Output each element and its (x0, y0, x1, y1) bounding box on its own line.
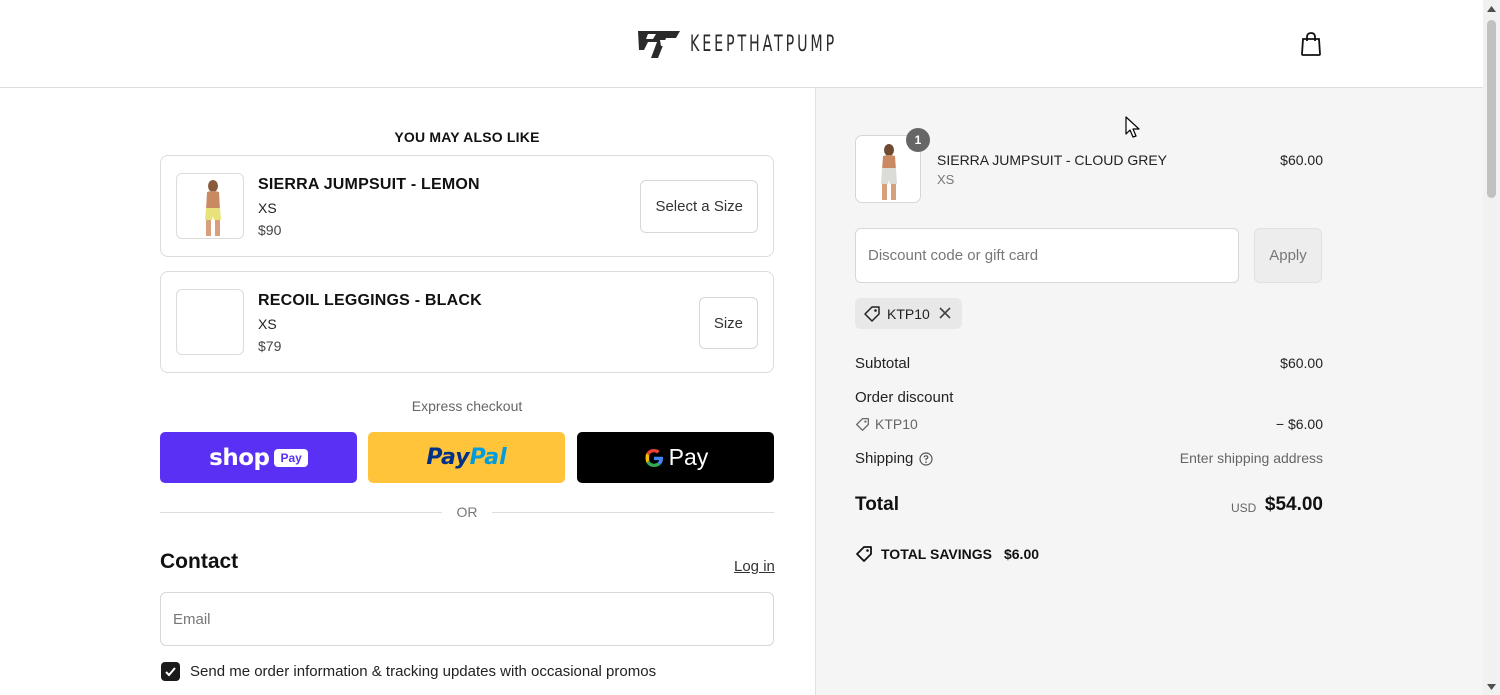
total-savings: TOTAL SAVINGS $6.00 (855, 545, 1039, 563)
upsell-product-price: $90 (258, 222, 282, 238)
shop-pay-button[interactable]: shop Pay (160, 432, 357, 483)
upsell-product-name: RECOIL LEGGINGS - BLACK (258, 292, 482, 309)
upsell-card: RECOIL LEGGINGS - BLACK XS $79 Size (160, 271, 774, 373)
subtotal-row: Subtotal $60.00 (855, 355, 1323, 372)
savings-value: $6.00 (1003, 546, 1040, 562)
remove-discount-icon[interactable] (937, 304, 953, 322)
paypal-wordmark: PayPal (426, 445, 507, 470)
email-field[interactable] (160, 592, 774, 646)
paypal-button[interactable]: PayPal (368, 432, 565, 483)
order-item-variant: XS (937, 172, 955, 187)
upsell-product-name: SIERRA JUMPSUIT - LEMON (258, 176, 480, 193)
total-value: $54.00 (1264, 494, 1323, 515)
upsell-title: YOU MAY ALSO LIKE (394, 129, 540, 145)
savings-label: TOTAL SAVINGS (881, 546, 992, 562)
upsell-product-price: $79 (258, 338, 282, 354)
brand-logo[interactable]: KEEPTHATPUMP (636, 28, 894, 60)
total-label: Total (855, 494, 899, 515)
quantity-badge: 1 (906, 128, 930, 152)
upsell-card: SIERRA JUMPSUIT - LEMON XS $90 Select a … (160, 155, 774, 257)
scroll-up-arrow-icon[interactable] (1483, 0, 1500, 17)
product-image-lemon-jumpsuit (205, 180, 221, 236)
applied-code-label: KTP10 (887, 305, 930, 322)
help-icon[interactable] (919, 451, 933, 466)
keepthatpump-logo-icon (638, 31, 680, 58)
shipping-label: Shipping (855, 450, 914, 467)
tag-icon (856, 417, 869, 431)
size-button[interactable]: Size (698, 297, 758, 349)
mouse-pointer-icon (1125, 116, 1140, 138)
marketing-checkbox[interactable] (161, 662, 180, 681)
scrollbar-thumb[interactable] (1487, 20, 1496, 198)
order-item-price: $60.00 (1280, 152, 1323, 168)
total-currency: USD (1231, 501, 1257, 515)
shopping-bag-icon[interactable] (1299, 31, 1323, 57)
contact-heading: Contact (160, 550, 239, 573)
order-discount-row: Order discount (855, 389, 1323, 406)
log-in-link[interactable]: Log in (734, 558, 775, 575)
subtotal-label: Subtotal (855, 355, 911, 372)
google-pay-wordmark: Pay (643, 444, 708, 471)
checkmark-icon (165, 667, 176, 677)
applied-discount-chip: KTP10 (855, 298, 962, 329)
site-header: KEEPTHATPUMP (0, 0, 1483, 88)
scroll-down-arrow-icon[interactable] (1483, 678, 1500, 695)
tag-icon (864, 305, 880, 322)
express-checkout-label: Express checkout (411, 398, 523, 414)
discount-amount: − $6.00 (1275, 416, 1323, 432)
order-discount-label: Order discount (855, 389, 954, 406)
upsell-product-size: XS (258, 316, 277, 332)
subtotal-value: $60.00 (1280, 355, 1323, 371)
discount-code-line: KTP10 (855, 416, 918, 432)
marketing-checkbox-label: Send me order information & tracking upd… (190, 663, 657, 680)
upsell-product-size: XS (258, 200, 277, 216)
google-pay-button[interactable]: Pay (577, 432, 774, 483)
tag-icon (856, 546, 872, 562)
apply-discount-button[interactable]: Apply (1254, 228, 1322, 283)
shipping-value: Enter shipping address (1179, 450, 1323, 466)
order-item-name: SIERRA JUMPSUIT - CLOUD GREY (937, 152, 1168, 168)
shop-pay-wordmark: shop (209, 444, 270, 471)
brand-wordmark: KEEPTHATPUMP (690, 31, 838, 57)
product-thumbnail[interactable] (176, 289, 244, 355)
page-scrollbar[interactable] (1483, 0, 1500, 695)
google-g-icon (645, 448, 663, 467)
shop-pay-pill: Pay (274, 448, 308, 467)
discount-code-field[interactable] (855, 228, 1239, 283)
select-size-button[interactable]: Select a Size (640, 180, 758, 233)
or-divider: OR (160, 502, 774, 522)
product-thumbnail[interactable] (176, 173, 244, 239)
